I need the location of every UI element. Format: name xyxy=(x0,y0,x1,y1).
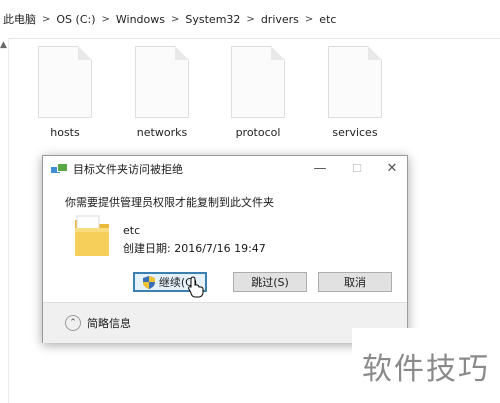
uac-shield-icon xyxy=(142,275,155,289)
cancel-button[interactable]: 取消 xyxy=(318,272,392,292)
breadcrumb-separator: > xyxy=(101,13,110,25)
file-icon xyxy=(231,46,285,118)
minimize-button[interactable]: — xyxy=(305,156,335,180)
breadcrumb-separator: > xyxy=(246,13,255,25)
navigation-pane[interactable]: ▲ xyxy=(0,38,9,403)
item-name: etc xyxy=(123,224,141,237)
breadcrumb-drivers[interactable]: drivers xyxy=(258,13,302,26)
access-denied-dialog: 目标文件夹访问被拒绝 — ☐ ✕ 你需要提供管理员权限才能复制到此文件夹 etc… xyxy=(42,155,408,343)
file-item-networks[interactable]: networks xyxy=(122,46,202,139)
expand-caret-icon[interactable]: ▲ xyxy=(0,40,7,50)
file-item-protocol[interactable]: protocol xyxy=(218,46,298,139)
folder-icon xyxy=(75,215,109,256)
breadcrumb-os-c[interactable]: OS (C:) xyxy=(53,13,98,26)
chevron-up-icon[interactable]: ⌃ xyxy=(65,315,81,331)
dialog-title: 目标文件夹访问被拒绝 xyxy=(73,163,183,176)
cancel-button-label: 取消 xyxy=(344,276,366,289)
skip-button-label: 跳过(S) xyxy=(251,276,289,289)
breadcrumb-separator: > xyxy=(42,13,51,25)
skip-button[interactable]: 跳过(S) xyxy=(233,272,307,292)
dialog-titlebar[interactable]: 目标文件夹访问被拒绝 — ☐ ✕ xyxy=(43,156,407,182)
close-button[interactable]: ✕ xyxy=(377,156,407,180)
breadcrumb-separator: > xyxy=(304,13,314,25)
breadcrumb-system32[interactable]: System32 xyxy=(182,13,243,26)
details-label: 简略信息 xyxy=(87,317,131,330)
file-name: networks xyxy=(136,126,188,139)
breadcrumb-this-pc[interactable]: 此电脑 xyxy=(0,11,39,27)
watermark-text: 软件技巧 xyxy=(352,328,500,403)
breadcrumb-separator: > xyxy=(171,13,180,25)
file-item-hosts[interactable]: hosts xyxy=(25,46,105,139)
item-created-date: 创建日期: 2016/7/16 19:47 xyxy=(123,242,266,255)
file-name: services xyxy=(332,126,378,139)
file-name: protocol xyxy=(235,126,281,139)
breadcrumb-windows[interactable]: Windows xyxy=(113,13,168,26)
hand-cursor-icon xyxy=(188,276,204,298)
file-icon xyxy=(328,46,382,118)
file-copy-icon xyxy=(51,163,68,175)
address-bar[interactable]: 此电脑 > OS (C:) > Windows > System32 > dri… xyxy=(0,0,500,39)
file-name: hosts xyxy=(50,126,80,139)
maximize-button: ☐ xyxy=(352,161,362,175)
file-item-services[interactable]: services xyxy=(315,46,395,139)
dialog-message: 你需要提供管理员权限才能复制到此文件夹 xyxy=(65,196,274,209)
file-icon xyxy=(135,46,189,118)
file-icon xyxy=(38,46,92,118)
breadcrumb-etc[interactable]: etc xyxy=(316,13,339,26)
